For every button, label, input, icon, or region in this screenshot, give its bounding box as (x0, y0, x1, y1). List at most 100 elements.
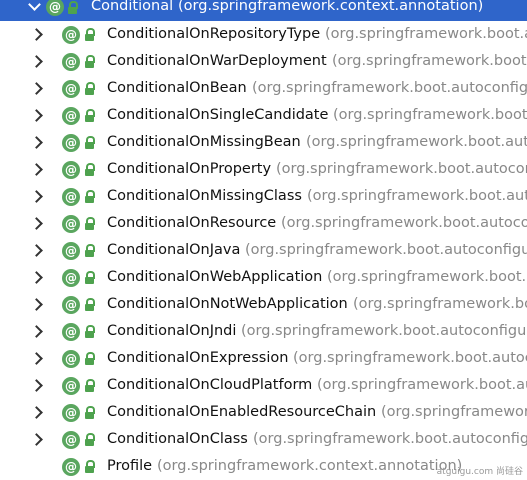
type-hierarchy-tree: @ Conditional (org.springframework.conte… (0, 0, 527, 480)
lock-icon (85, 190, 95, 203)
item-name: ConditionalOnEnabledResourceChain (107, 404, 377, 420)
item-package: (org.springframework.boot.autoconfigure.… (241, 323, 527, 339)
chevron-right-icon[interactable] (30, 163, 43, 176)
item-name: ConditionalOnMissingClass (107, 188, 302, 204)
item-name: ConditionalOnProperty (107, 161, 272, 177)
annotation-icon: @ (46, 0, 64, 16)
tree-item[interactable]: @ ConditionalOnMissingClass (org.springfra… (0, 183, 527, 210)
item-package: (org.springframework.boot.autoconfigure.… (333, 107, 527, 123)
chevron-down-icon[interactable] (28, 0, 41, 11)
tree-item[interactable]: @ ConditionalOnJava (org.springframework.b… (0, 237, 527, 264)
lock-icon (85, 55, 95, 68)
item-package: (org.springframework.boot.autoconfigure.… (332, 53, 527, 69)
lock-icon (85, 460, 95, 473)
tree-item[interactable]: @ ConditionalOnBean (org.springframework.b… (0, 75, 527, 102)
item-name: ConditionalOnCloudPlatform (107, 377, 313, 393)
tree-item[interactable]: @ ConditionalOnNotWebApplication (org.spri… (0, 291, 527, 318)
tree-item[interactable]: @ ConditionalOnClass (org.springframework.… (0, 426, 527, 453)
item-package: (org.springframework.boot.autoconfigure.… (293, 350, 527, 366)
chevron-right-icon[interactable] (30, 28, 43, 41)
item-package: (org.springframework.boot.autoconfigure.… (327, 269, 527, 285)
lock-icon (85, 298, 95, 311)
annotation-icon: @ (62, 107, 80, 125)
annotation-icon: @ (62, 377, 80, 395)
lock-icon (85, 352, 95, 365)
item-package: (org.springframework.boot.autoconfigure.… (353, 296, 527, 312)
tree-item[interactable]: @ ConditionalOnEnabledResourceChain (org.s… (0, 399, 527, 426)
lock-icon (85, 28, 95, 41)
item-name: ConditionalOnExpression (107, 350, 289, 366)
tree-root-conditional[interactable]: @ Conditional (org.springframework.conte… (0, 0, 527, 21)
annotation-icon: @ (62, 134, 80, 152)
item-package: (org.springframework.boot.autoconfigure.… (307, 188, 527, 204)
lock-icon (68, 1, 78, 14)
annotation-icon: @ (62, 269, 80, 287)
chevron-right-icon[interactable] (30, 406, 43, 419)
chevron-right-icon[interactable] (30, 298, 43, 311)
item-package: (org.springframework.boot.autoconfigure.… (253, 431, 527, 447)
chevron-right-icon[interactable] (30, 433, 43, 446)
item-name: ConditionalOnRepositoryType (107, 26, 321, 42)
annotation-icon: @ (62, 53, 80, 71)
chevron-right-icon[interactable] (30, 217, 43, 230)
item-package: (org.springframework.boot.autoconfigure.… (317, 377, 527, 393)
lock-icon (85, 136, 95, 149)
item-name: ConditionalOnSingleCandidate (107, 107, 329, 123)
item-package: (org.springframework.boot.autoconfigure.… (252, 80, 527, 96)
annotation-icon: @ (62, 323, 80, 341)
tree-item[interactable]: @ ConditionalOnCloudPlatform (org.springfr… (0, 372, 527, 399)
item-name: ConditionalOnWebApplication (107, 269, 323, 285)
chevron-right-icon[interactable] (30, 325, 43, 338)
item-package: (org.springframework.boot.autoconfigure.… (381, 404, 527, 420)
annotation-icon: @ (62, 404, 80, 422)
watermark: atguigu.com 尚硅谷 (436, 467, 523, 477)
lock-icon (85, 109, 95, 122)
tree-item[interactable]: @ ConditionalOnWarDeployment (org.springfr… (0, 48, 527, 75)
item-package: (org.springframework.context.annotation) (157, 458, 463, 474)
chevron-right-icon[interactable] (30, 379, 43, 392)
lock-icon (85, 379, 95, 392)
item-package: (org.springframework.boot.autoconfigure.… (281, 215, 527, 231)
annotation-icon: @ (62, 458, 80, 476)
tree-item[interactable]: @ ConditionalOnSingleCandidate (org.spring… (0, 102, 527, 129)
item-name: ConditionalOnJndi (107, 323, 237, 339)
chevron-right-icon[interactable] (30, 109, 43, 122)
tree-item[interactable]: @ ConditionalOnMissingBean (org.springfram… (0, 129, 527, 156)
lock-icon (85, 433, 95, 446)
item-name: ConditionalOnNotWebApplication (107, 296, 348, 312)
item-package: (org.springframework.boot.autoconfigure.… (245, 242, 527, 258)
chevron-right-icon[interactable] (30, 271, 43, 284)
lock-icon (85, 82, 95, 95)
tree-item[interactable]: @ ConditionalOnJndi (org.springframework.b… (0, 318, 527, 345)
annotation-icon: @ (62, 350, 80, 368)
annotation-icon: @ (62, 215, 80, 233)
tree-item[interactable]: @ ConditionalOnResource (org.springframewo… (0, 210, 527, 237)
lock-icon (85, 325, 95, 338)
lock-icon (85, 271, 95, 284)
chevron-right-icon[interactable] (30, 136, 43, 149)
item-package: (org.springframework.boot.autoconfigure.… (276, 161, 527, 177)
tree-item[interactable]: @ ConditionalOnProperty (org.springframewo… (0, 156, 527, 183)
chevron-right-icon[interactable] (30, 190, 43, 203)
item-name: ConditionalOnMissingBean (107, 134, 301, 150)
tree-item[interactable]: @ ConditionalOnWebApplication (org.springf… (0, 264, 527, 291)
annotation-icon: @ (62, 161, 80, 179)
chevron-right-icon[interactable] (30, 55, 43, 68)
annotation-icon: @ (62, 26, 80, 44)
item-name: ConditionalOnClass (107, 431, 248, 447)
annotation-icon: @ (62, 431, 80, 449)
lock-icon (85, 217, 95, 230)
item-package: (org.springframework.boot.autoconfigure.… (325, 26, 527, 42)
lock-icon (85, 406, 95, 419)
lock-icon (85, 244, 95, 257)
chevron-right-icon[interactable] (30, 352, 43, 365)
chevron-right-icon[interactable] (30, 82, 43, 95)
item-name: ConditionalOnWarDeployment (107, 53, 327, 69)
annotation-icon: @ (62, 296, 80, 314)
root-name: Conditional (91, 0, 174, 14)
root-package: (org.springframework.context.annotation) (178, 0, 484, 14)
item-name: ConditionalOnBean (107, 80, 247, 96)
tree-item[interactable]: @ ConditionalOnExpression (org.springframe… (0, 345, 527, 372)
chevron-right-icon[interactable] (30, 244, 43, 257)
tree-item[interactable]: @ ConditionalOnRepositoryType (org.springf… (0, 21, 527, 48)
